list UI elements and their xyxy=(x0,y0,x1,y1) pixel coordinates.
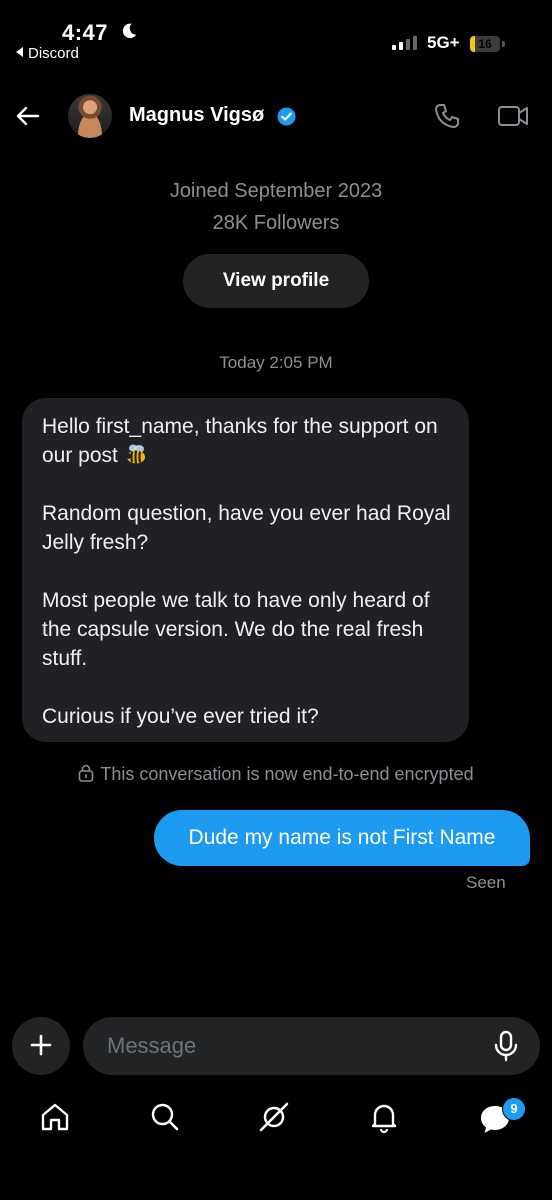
grok-icon[interactable] xyxy=(257,1100,291,1134)
followers-count: 28K Followers xyxy=(212,212,340,234)
message-date-label: Today 2:05 PM xyxy=(219,353,333,372)
signal-icon xyxy=(392,36,417,50)
add-attachment-button[interactable] xyxy=(12,1017,70,1075)
contact-name[interactable]: Magnus Vigsø xyxy=(129,104,264,127)
status-time: 4:47 xyxy=(62,20,109,45)
message-text: Hello first_name, thanks for the support… xyxy=(42,415,438,467)
video-icon[interactable] xyxy=(497,103,529,129)
message-paragraph: Hello first_name, thanks for the support… xyxy=(42,412,451,470)
incoming-message-bubble[interactable]: Hello first_name, thanks for the support… xyxy=(22,398,469,742)
microphone-icon[interactable] xyxy=(492,1030,520,1062)
avatar[interactable] xyxy=(68,94,112,138)
phone-icon[interactable] xyxy=(433,102,461,130)
back-triangle-icon xyxy=(16,47,23,57)
battery-percent: 16 xyxy=(478,37,492,51)
encryption-notice-text: This conversation is now end-to-end encr… xyxy=(100,764,474,784)
lock-icon xyxy=(79,764,94,782)
home-icon[interactable] xyxy=(38,1100,72,1134)
battery-icon: 16 xyxy=(470,36,500,52)
message-paragraph: Random question, have you ever had Royal… xyxy=(42,502,451,554)
back-to-app-link[interactable]: Discord xyxy=(16,45,79,62)
network-label: 5G+ xyxy=(427,33,460,52)
message-paragraph: Curious if you’ve ever tried it? xyxy=(42,705,319,728)
messages-unread-badge: 9 xyxy=(502,1097,526,1121)
plus-icon xyxy=(30,1034,52,1055)
message-paragraph: Most people we talk to have only heard o… xyxy=(42,589,430,670)
battery-cap xyxy=(502,41,505,47)
encryption-notice: This conversation is now end-to-end encr… xyxy=(0,764,552,785)
seen-status: Seen xyxy=(466,873,506,892)
notifications-icon[interactable] xyxy=(367,1100,401,1134)
search-icon[interactable] xyxy=(148,1100,182,1134)
outgoing-message-bubble[interactable]: Dude my name is not First Name xyxy=(154,810,530,866)
moon-icon xyxy=(122,23,137,39)
back-arrow-icon[interactable] xyxy=(14,102,42,130)
view-profile-button[interactable]: View profile xyxy=(183,254,369,308)
verified-badge-icon xyxy=(277,107,296,126)
bee-emoji-icon xyxy=(125,444,145,464)
joined-date: Joined September 2023 xyxy=(169,180,383,202)
back-app-label: Discord xyxy=(28,45,79,62)
message-input[interactable] xyxy=(83,1017,540,1075)
